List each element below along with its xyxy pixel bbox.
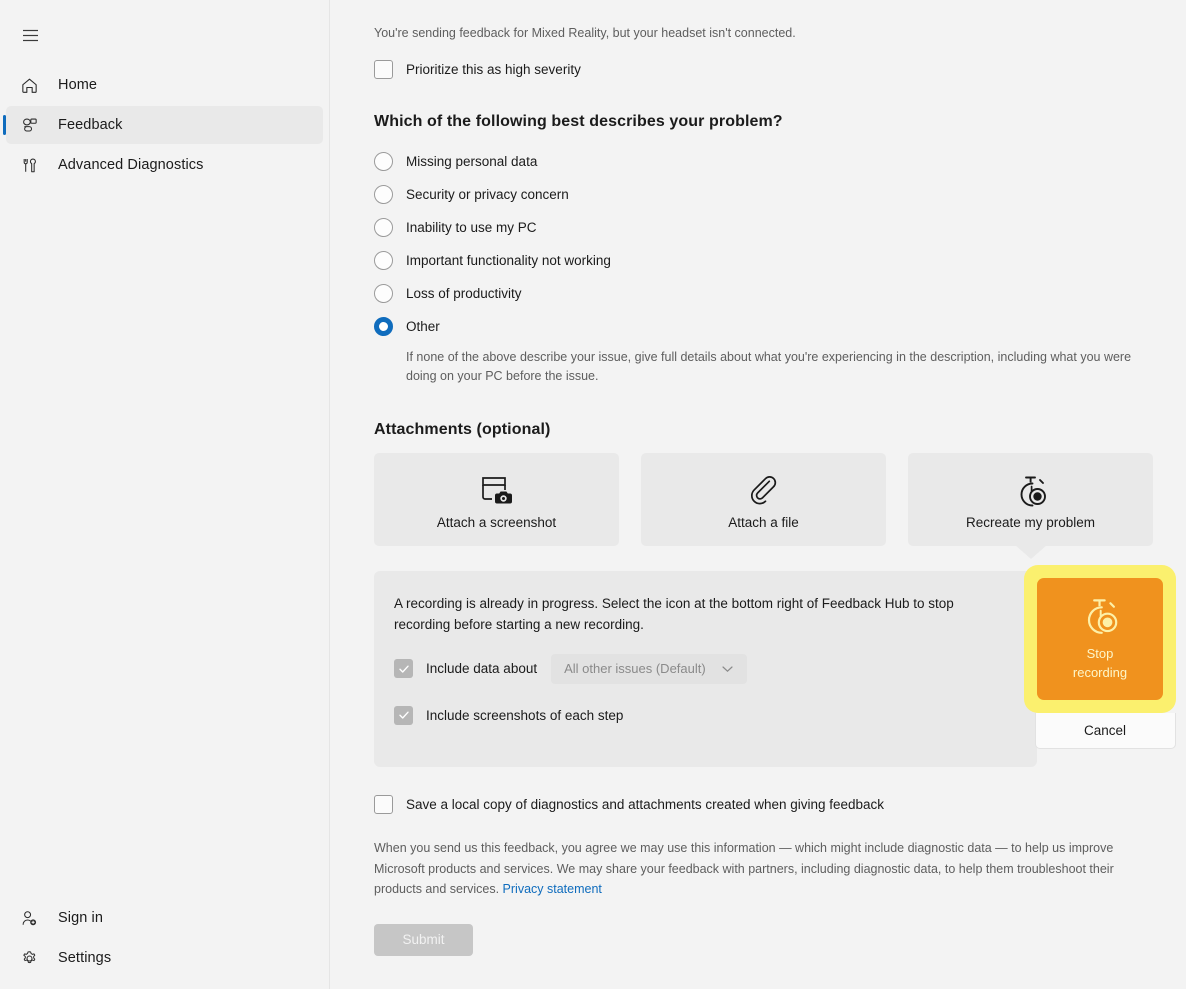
include-data-dropdown[interactable]: All other issues (Default) [551, 653, 748, 684]
recording-message: A recording is already in progress. Sele… [394, 595, 954, 633]
sidebar-item-advanced-diagnostics[interactable]: Advanced Diagnostics [6, 146, 323, 184]
sign-in-icon [16, 909, 42, 928]
home-icon [16, 76, 42, 95]
stop-recording-label: Stop recording [1073, 645, 1127, 683]
privacy-statement-link[interactable]: Privacy statement [503, 882, 602, 896]
radio-label: Missing personal data [406, 154, 538, 169]
legal-disclaimer: When you send us this feedback, you agre… [374, 838, 1144, 900]
prioritize-high-severity-checkbox[interactable]: Prioritize this as high severity [374, 60, 1156, 79]
other-help-text: If none of the above describe your issue… [406, 350, 1132, 384]
sidebar-bottom-nav: Sign in Settings [0, 897, 329, 989]
cancel-recording-button[interactable]: Cancel [1034, 713, 1176, 749]
radio-label: Other [406, 319, 440, 334]
sidebar-item-home[interactable]: Home [6, 66, 323, 104]
sidebar-item-feedback[interactable]: Feedback [3, 106, 323, 144]
chevron-down-icon [722, 665, 733, 673]
radio-circle-selected [374, 317, 393, 336]
gear-icon [16, 949, 42, 968]
checkmark-icon [398, 665, 409, 673]
recreate-my-problem-label: Recreate my problem [965, 514, 1096, 530]
checkbox-box [374, 60, 393, 79]
attachment-buttons-row: Attach a screenshot Attach a file Recrea… [374, 452, 1156, 559]
stop-label-line2: recording [1072, 665, 1128, 680]
recording-in-progress-panel: A recording is already in progress. Sele… [374, 570, 1037, 767]
dropdown-value: All other issues (Default) [564, 661, 706, 677]
attach-file-button[interactable]: Attach a file [641, 452, 886, 546]
sidebar-item-label: Settings [58, 950, 112, 966]
radio-circle [374, 152, 393, 171]
checkbox-label: Prioritize this as high severity [406, 62, 581, 77]
panel-pointer-notch [1014, 544, 1047, 559]
sidebar-item-settings[interactable]: Settings [6, 939, 323, 977]
problem-section-title: Which of the following best describes yo… [374, 113, 783, 130]
radio-circle [374, 251, 393, 270]
sidebar-item-label: Sign in [58, 910, 104, 926]
stop-label-line1: Stop [1086, 646, 1114, 662]
stop-recording-highlight: Stop recording [1024, 565, 1176, 713]
sidebar-item-sign-in[interactable]: Sign in [6, 899, 323, 937]
stopwatch-record-icon [1012, 469, 1050, 513]
include-screenshots-row: Include screenshots of each step [394, 705, 1017, 725]
stopwatch-record-icon [1078, 595, 1122, 640]
hamburger-icon [22, 29, 38, 41]
submit-button[interactable]: Submit [374, 923, 473, 956]
checkbox-label: Save a local copy of diagnostics and att… [406, 796, 885, 812]
radio-option-security-privacy[interactable]: Security or privacy concern [374, 178, 1156, 211]
radio-circle [374, 218, 393, 237]
sidebar-item-label: Advanced Diagnostics [58, 157, 204, 173]
attach-file-label: Attach a file [728, 514, 799, 530]
attachments-title: Attachments (optional) [374, 420, 551, 438]
include-screenshots-label: Include screenshots of each step [426, 707, 624, 723]
checkmark-icon [398, 711, 409, 720]
headset-notice: You're sending feedback for Mixed Realit… [374, 26, 796, 40]
hamburger-menu-button[interactable] [10, 16, 50, 54]
sidebar-item-label: Home [58, 77, 98, 93]
main-content: You're sending feedback for Mixed Realit… [330, 0, 1186, 989]
screenshot-camera-icon [479, 469, 515, 513]
attach-screenshot-label: Attach a screenshot [436, 514, 557, 530]
sidebar: Home Feedback Advanced Diagnostics Sign … [0, 0, 330, 989]
stop-recording-button[interactable]: Stop recording [1037, 578, 1163, 700]
attach-screenshot-button[interactable]: Attach a screenshot [374, 452, 619, 546]
radio-option-missing-personal-data[interactable]: Missing personal data [374, 145, 1156, 178]
radio-label: Important functionality not working [406, 253, 611, 268]
stop-recording-flyout: Stop recording Cancel [1024, 565, 1176, 749]
recreate-my-problem-button[interactable]: Recreate my problem [908, 452, 1153, 559]
paperclip-icon [747, 469, 781, 513]
include-data-about-row: Include data about All other issues (Def… [394, 653, 1017, 684]
radio-option-loss-of-productivity[interactable]: Loss of productivity [374, 277, 1156, 310]
sidebar-nav-list: Home Feedback Advanced Diagnostics [0, 64, 329, 186]
radio-label: Inability to use my PC [406, 220, 537, 235]
radio-option-inability-to-use-pc[interactable]: Inability to use my PC [374, 211, 1156, 244]
checkbox-box [374, 794, 393, 814]
radio-option-other[interactable]: Other [374, 310, 1156, 343]
feedback-hub-window: Home Feedback Advanced Diagnostics Sign … [0, 0, 1186, 989]
legal-text: When you send us this feedback, you agre… [374, 840, 1114, 897]
save-local-copy-checkbox[interactable]: Save a local copy of diagnostics and att… [374, 794, 1156, 814]
radio-option-functionality-not-working[interactable]: Important functionality not working [374, 244, 1156, 277]
radio-label: Loss of productivity [406, 286, 522, 301]
sidebar-item-label: Feedback [58, 117, 123, 133]
radio-label: Security or privacy concern [406, 187, 569, 202]
feedback-icon [16, 116, 42, 135]
problem-radio-group: Missing personal data Security or privac… [365, 145, 1156, 387]
include-data-checkbox[interactable] [394, 659, 413, 679]
diagnostics-icon [16, 156, 42, 175]
radio-circle [374, 185, 393, 204]
include-data-label: Include data about [426, 661, 538, 677]
include-screenshots-checkbox[interactable] [394, 705, 413, 725]
radio-circle [374, 284, 393, 303]
